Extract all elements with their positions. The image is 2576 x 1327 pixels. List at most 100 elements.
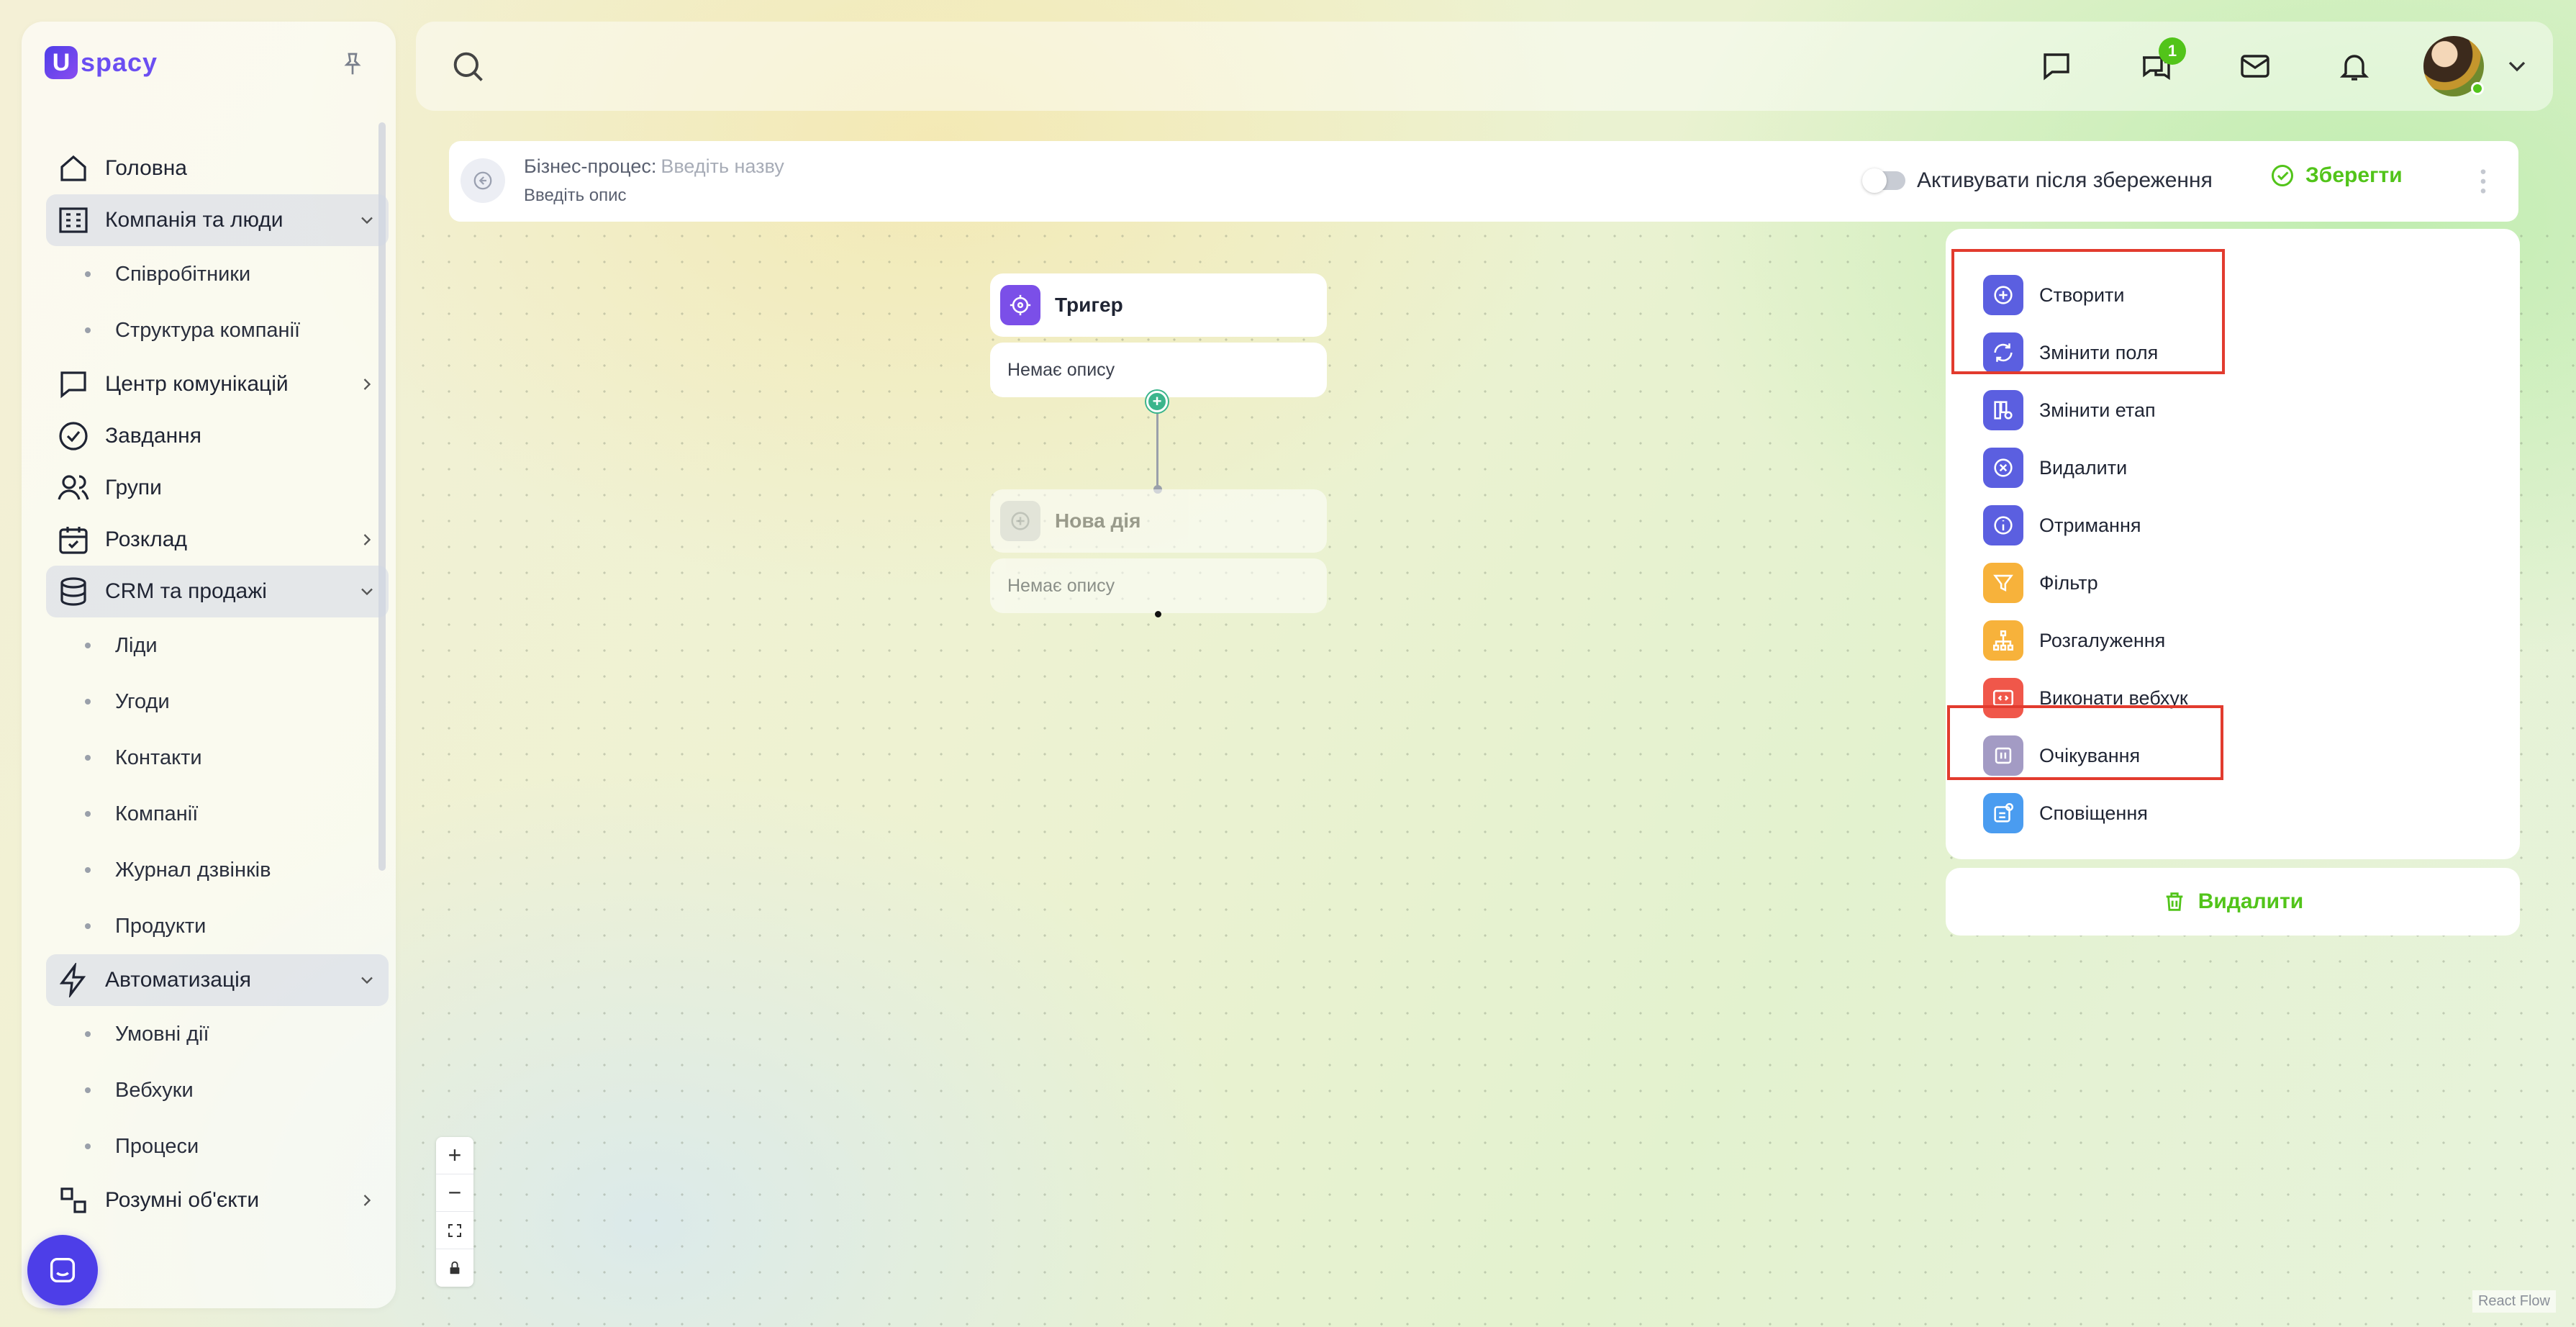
react-flow-attribution[interactable]: React Flow [2472, 1290, 2556, 1313]
delete-button[interactable]: Видалити [1946, 868, 2520, 936]
sidebar-subitem-label: Вебхуки [115, 1078, 194, 1102]
sidebar-item-label: Головна [105, 156, 187, 180]
building-icon [59, 207, 88, 233]
action-filter[interactable]: Фільтр [1983, 554, 2188, 612]
trigger-node[interactable]: Тригер [990, 273, 1327, 337]
sidebar-subitem-companies[interactable]: Компанії [46, 786, 389, 842]
sidebar-subitem-webhooks[interactable]: Вебхуки [46, 1062, 389, 1118]
action-delete[interactable]: Видалити [1983, 439, 2188, 497]
action-label: Видалити [2039, 456, 2128, 479]
mail-icon [2241, 55, 2269, 78]
messages-button[interactable]: 1 [2126, 36, 2186, 96]
sidebar-subitem-contacts[interactable]: Контакти [46, 730, 389, 786]
logo-text: spacy [81, 47, 158, 77]
sidebar-item-automation[interactable]: Автоматизація [46, 954, 389, 1006]
zoom-in-button[interactable]: + [436, 1137, 473, 1174]
sidebar-subitem-label: Ліди [115, 633, 158, 657]
check-circle-icon [2272, 165, 2293, 186]
lightning-icon [59, 963, 86, 997]
bullet [85, 643, 91, 648]
sidebar-item-home[interactable]: Головна [46, 142, 389, 194]
lock-button[interactable] [436, 1249, 473, 1287]
fit-view-button[interactable] [436, 1212, 473, 1249]
home-icon [60, 155, 86, 181]
sidebar-item-smart-objects[interactable]: Розумні об'єкти [46, 1174, 389, 1226]
action-branch[interactable]: Розгалуження [1983, 612, 2188, 669]
sidebar-subitem-processes[interactable]: Процеси [46, 1118, 389, 1174]
new-action-node-body[interactable]: Немає опису [990, 558, 1327, 613]
search-icon[interactable] [449, 47, 486, 85]
process-title-placeholder[interactable]: Введіть назву [661, 155, 784, 177]
bullet [85, 1087, 91, 1093]
action-change-stage[interactable]: Змінити етап [1983, 381, 2188, 439]
activate-toggle[interactable] [1862, 168, 1905, 193]
support-chat-button[interactable] [27, 1235, 98, 1305]
bullet [85, 271, 91, 277]
bell-icon [2339, 55, 2369, 81]
database-icon [60, 577, 86, 606]
sidebar-item-label: Розклад [105, 527, 187, 551]
task-check-icon [59, 422, 88, 450]
action-notification[interactable]: Сповіщення [1983, 784, 2188, 842]
toggle-knob [1862, 168, 1887, 193]
sidebar-item-tasks[interactable]: Завдання [46, 410, 389, 462]
save-button[interactable]: Зберегти [2269, 163, 2403, 189]
x-circle-icon [1983, 448, 2023, 488]
add-node-handle[interactable]: + [1146, 391, 1168, 412]
logo[interactable]: U spacy [45, 46, 158, 79]
chevron-down-icon [361, 217, 373, 225]
crosshair-icon [1000, 285, 1040, 325]
action-label: Фільтр [2039, 571, 2098, 594]
trigger-node-description: Немає опису [1007, 359, 1115, 380]
fit-view-icon [448, 1223, 461, 1237]
mail-button[interactable] [2225, 36, 2285, 96]
chat-button[interactable] [2026, 36, 2087, 96]
sidebar-item-label: Розумні об'єкти [105, 1188, 260, 1212]
sidebar-subitem-deals[interactable]: Угоди [46, 674, 389, 730]
back-button[interactable] [461, 158, 505, 203]
chevron-right-icon [363, 534, 371, 545]
logo-mark: U [45, 46, 78, 79]
sidebar-item-communications[interactable]: Центр комунікацій [46, 358, 389, 410]
sidebar-item-label: Групи [105, 476, 162, 499]
sidebar-subitem-call-log[interactable]: Журнал дзвінків [46, 842, 389, 898]
new-action-node-title: Нова дія [1055, 509, 1141, 532]
sidebar-item-company[interactable]: Компанія та люди [46, 194, 389, 246]
sidebar-subitem-leads[interactable]: Ліди [46, 617, 389, 674]
sidebar-nav: Головна Компанія та люди Співробітники С… [46, 142, 389, 1226]
trigger-node-body[interactable]: Немає опису [990, 343, 1327, 397]
sidebar-item-label: Компанія та люди [105, 208, 284, 232]
sidebar-subitem-employees[interactable]: Співробітники [46, 246, 389, 302]
lock-icon [450, 1261, 460, 1274]
sidebar-subitem-label: Угоди [115, 689, 170, 713]
process-description-field[interactable]: Введіть опис [524, 186, 627, 206]
process-title-field[interactable]: Бізнес-процес: Введіть назву [524, 155, 784, 178]
sidebar-subitem-conditional-actions[interactable]: Умовні дії [46, 1006, 389, 1062]
avatar[interactable] [2423, 36, 2484, 96]
sidebar-subitem-structure[interactable]: Структура компанії [46, 302, 389, 358]
sidebar-subitem-label: Співробітники [115, 262, 251, 286]
chevron-down-icon[interactable] [2503, 52, 2531, 81]
pin-icon[interactable] [338, 50, 367, 79]
sidebar-item-label: Завдання [105, 424, 201, 448]
sidebar-item-crm[interactable]: CRM та продажі [46, 566, 389, 617]
new-action-node[interactable]: Нова дія [990, 489, 1327, 553]
chat-icon [2044, 53, 2069, 81]
more-options-icon[interactable] [2480, 167, 2487, 196]
calendar-icon [59, 527, 88, 554]
notifications-button[interactable] [2324, 36, 2385, 96]
zoom-out-button[interactable]: − [436, 1174, 473, 1212]
action-label: Сповіщення [2039, 802, 2148, 824]
source-handle[interactable] [1155, 611, 1161, 617]
bullet [85, 699, 91, 705]
sidebar-item-groups[interactable]: Групи [46, 462, 389, 514]
chevron-down-icon [361, 588, 373, 596]
action-label: Змінити етап [2039, 399, 2156, 421]
delete-label: Видалити [2198, 889, 2304, 913]
bullet [85, 327, 91, 333]
action-retrieve[interactable]: Отримання [1983, 497, 2188, 554]
sidebar-item-label: Автоматизація [105, 968, 252, 992]
users-icon [58, 475, 89, 500]
sidebar-item-schedule[interactable]: Розклад [46, 514, 389, 566]
sidebar-subitem-products[interactable]: Продукти [46, 898, 389, 954]
